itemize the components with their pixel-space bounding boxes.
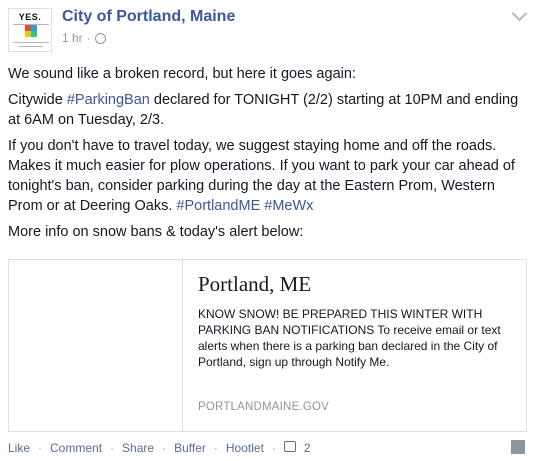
avatar-text: YES. — [18, 12, 42, 22]
post-paragraph: Citywide #ParkingBan declared for TONIGH… — [8, 90, 528, 130]
hashtag-link[interactable]: #MeWx — [264, 198, 313, 214]
action-separator: · — [162, 441, 167, 455]
like-count[interactable]: 2 — [304, 441, 311, 461]
post-paragraph: We sound like a broken record, but here … — [8, 64, 528, 84]
post-meta: 1 hr · — [62, 31, 106, 45]
post-text-segment: We sound like a broken record, but here … — [8, 66, 356, 82]
link-title[interactable]: Portland, ME — [198, 272, 311, 297]
page-avatar[interactable]: YES. — [8, 8, 52, 52]
buffer-button[interactable]: Buffer — [174, 441, 206, 461]
comment-button[interactable]: Comment — [50, 441, 102, 461]
post-paragraph: More info on snow bans & today's alert b… — [8, 222, 528, 242]
post-text-segment: More info on snow bans & today's alert b… — [8, 224, 304, 240]
avatar-logo-icon — [25, 25, 37, 37]
avatar-divider — [13, 42, 49, 43]
post-body: We sound like a broken record, but here … — [8, 64, 528, 248]
action-bar: Like · Comment · Share · Buffer · Hootle… — [8, 441, 311, 461]
link-thumbnail[interactable] — [9, 260, 183, 431]
action-separator: · — [213, 441, 218, 455]
globe-icon[interactable] — [94, 32, 106, 44]
action-separator: · — [271, 441, 276, 455]
post-text-segment: Citywide — [8, 92, 67, 108]
link-domain: PORTLANDMAINE.GOV — [198, 401, 329, 413]
timestamp-link[interactable]: 1 hr — [62, 31, 83, 45]
page-name-link[interactable]: City of Portland, Maine — [62, 8, 235, 26]
thumbs-up-icon — [283, 441, 296, 452]
meta-separator: · — [86, 31, 91, 45]
link-description: KNOW SNOW! BE PREPARED THIS WINTER WITH … — [198, 307, 501, 369]
action-separator: · — [38, 441, 43, 455]
post-paragraph: If you don't have to travel today, we su… — [8, 136, 528, 216]
avatar-divider — [19, 46, 43, 47]
hashtag-link[interactable]: #ParkingBan — [67, 92, 150, 108]
hashtag-link[interactable]: #PortlandME — [176, 198, 260, 214]
post-text-segment: If you don't have to travel today, we su… — [8, 138, 515, 214]
like-button[interactable]: Like — [8, 441, 30, 461]
link-preview-card[interactable]: Portland, ME KNOW SNOW! BE PREPARED THIS… — [8, 259, 527, 432]
action-separator: · — [110, 441, 115, 455]
share-button[interactable]: Share — [122, 441, 154, 461]
chevron-down-icon[interactable] — [511, 5, 528, 22]
hootlet-button[interactable]: Hootlet — [226, 441, 264, 461]
